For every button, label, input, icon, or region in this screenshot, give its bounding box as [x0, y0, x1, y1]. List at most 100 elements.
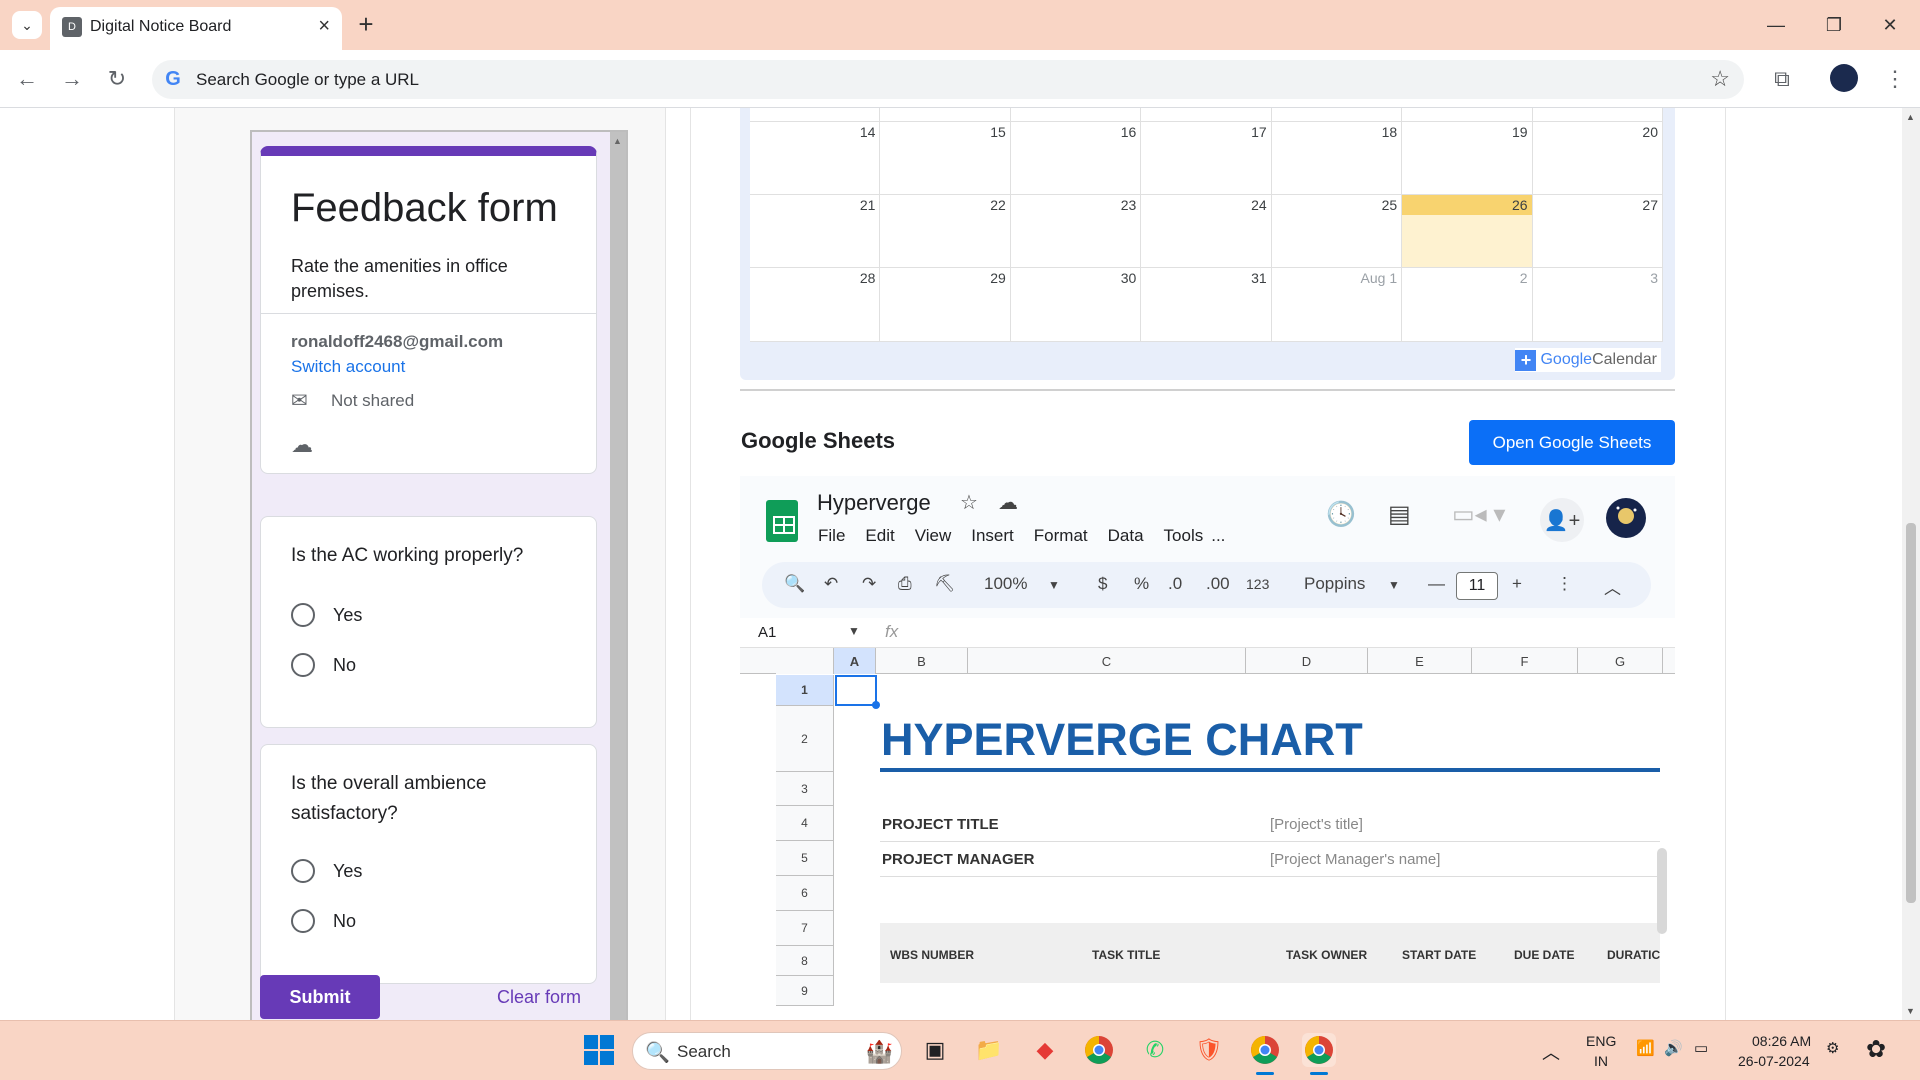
calendar-day[interactable]: 20	[1532, 122, 1663, 195]
video-call-icon[interactable]: ▭◂ ▾	[1452, 500, 1505, 529]
comments-icon[interactable]: ▤	[1388, 500, 1411, 529]
open-google-sheets-button[interactable]: Open Google Sheets	[1469, 420, 1675, 465]
menu-data[interactable]: Data	[1108, 526, 1144, 546]
zoom-select[interactable]: 100%	[984, 574, 1027, 594]
row-header[interactable]: 2	[776, 706, 834, 772]
cloud-status-icon[interactable]: ☁	[998, 490, 1018, 515]
table-header[interactable]: TASK TITLE	[1092, 948, 1160, 962]
task-view-icon[interactable]: ▣	[918, 1033, 952, 1067]
increase-decimal-button[interactable]: .00	[1206, 574, 1230, 594]
new-tab-button[interactable]: +	[350, 9, 382, 40]
menu-insert[interactable]: Insert	[971, 526, 1014, 546]
copilot-icon[interactable]: ✿	[1866, 1035, 1886, 1064]
undo-icon[interactable]: ↶	[824, 574, 838, 594]
calendar-day[interactable]: 24	[1141, 195, 1272, 268]
version-history-icon[interactable]: 🕓	[1326, 500, 1356, 529]
chrome-profile-icon[interactable]	[1248, 1033, 1282, 1075]
calendar-day[interactable]: 17	[1141, 122, 1272, 195]
table-header[interactable]: DURATIC	[1607, 948, 1660, 962]
file-explorer-icon[interactable]: 📁	[972, 1033, 1006, 1067]
focus-settings-icon[interactable]: ⚙	[1826, 1039, 1839, 1057]
row-header[interactable]: 5	[776, 841, 834, 876]
column-header[interactable]: A	[834, 648, 876, 674]
calendar-cell[interactable]	[1141, 108, 1272, 122]
column-header[interactable]: G	[1578, 648, 1663, 674]
calendar-cell[interactable]	[750, 108, 881, 122]
calendar-day[interactable]: 23	[1010, 195, 1142, 268]
project-title-value[interactable]: [Project's title]	[1270, 816, 1363, 833]
name-box[interactable]: A1	[758, 624, 776, 641]
selected-cell-a1[interactable]	[835, 675, 880, 709]
select-all-corner[interactable]	[776, 648, 834, 674]
calendar-day[interactable]: 15	[880, 122, 1011, 195]
menu-view[interactable]: View	[915, 526, 952, 546]
calendar-day[interactable]: 25	[1271, 195, 1403, 268]
currency-format-button[interactable]: $	[1098, 574, 1107, 594]
menu-format[interactable]: Format	[1034, 526, 1088, 546]
calendar-cell[interactable]	[1402, 108, 1533, 122]
back-button[interactable]: ←	[10, 62, 44, 96]
calendar-day[interactable]: 27	[1532, 195, 1663, 268]
radio-yes[interactable]	[291, 859, 315, 883]
calendar-day[interactable]: 30	[1010, 268, 1142, 342]
show-hidden-icons-icon[interactable]: ︿	[1542, 1039, 1560, 1065]
project-manager-value[interactable]: [Project Manager's name]	[1270, 851, 1440, 868]
more-tools-icon[interactable]: ⋮	[1556, 574, 1573, 594]
column-header[interactable]: E	[1368, 648, 1472, 674]
calendar-cell[interactable]	[1010, 108, 1142, 122]
page-scrollbar[interactable]: ▲ ▼	[1902, 108, 1920, 1020]
calendar-day[interactable]: 14	[750, 122, 881, 195]
calendar-cell[interactable]	[880, 108, 1011, 122]
scroll-up-icon[interactable]: ▲	[1906, 112, 1915, 122]
calendar-day-today[interactable]: 26	[1402, 195, 1533, 268]
calendar-day[interactable]: 19	[1402, 122, 1533, 195]
sheets-logo-icon[interactable]	[766, 500, 798, 542]
name-box-dropdown-icon[interactable]: ▼	[848, 624, 860, 638]
chrome-icon[interactable]	[1082, 1033, 1116, 1067]
zoom-dropdown-icon[interactable]: ▼	[1048, 578, 1060, 592]
calendar-cell[interactable]	[1271, 108, 1403, 122]
calendar-day[interactable]: 18	[1271, 122, 1403, 195]
increase-font-size-button[interactable]: +	[1512, 574, 1522, 594]
menu-more[interactable]: ...	[1211, 526, 1225, 546]
more-menu-icon[interactable]: ⋮	[1878, 62, 1912, 96]
restore-button[interactable]: ❐	[1812, 10, 1856, 40]
calendar-day[interactable]: 21	[750, 195, 881, 268]
browser-tab[interactable]: D Digital Notice Board ×	[50, 7, 342, 50]
project-manager-label[interactable]: PROJECT MANAGER	[882, 851, 1035, 868]
user-avatar[interactable]	[1606, 498, 1646, 538]
search-menus-icon[interactable]: 🔍	[784, 574, 805, 594]
calendar-day[interactable]: 29	[880, 268, 1011, 342]
calendar-day[interactable]: Aug 1	[1271, 268, 1403, 342]
star-icon[interactable]: ☆	[960, 490, 978, 515]
row-header[interactable]: 3	[776, 772, 834, 806]
menu-tools[interactable]: Tools	[1164, 526, 1204, 546]
close-window-button[interactable]: ✕	[1868, 10, 1912, 40]
google-calendar-button[interactable]: + Google Calendar	[1515, 348, 1661, 372]
scroll-up-icon[interactable]: ▲	[613, 136, 622, 146]
calendar-day[interactable]: 22	[880, 195, 1011, 268]
tab-close-icon[interactable]: ×	[318, 15, 330, 38]
form-scrollbar[interactable]: ▲	[610, 132, 626, 1020]
scroll-down-icon[interactable]: ▼	[1906, 1006, 1915, 1016]
calendar-day[interactable]: 16	[1010, 122, 1142, 195]
table-header[interactable]: START DATE	[1402, 948, 1476, 962]
row-header[interactable]: 7	[776, 911, 834, 946]
language-bottom[interactable]: IN	[1594, 1053, 1608, 1069]
profile-avatar[interactable]	[1830, 64, 1858, 92]
bookmark-star-icon[interactable]: ☆	[1710, 66, 1730, 92]
row-header[interactable]: 8	[776, 946, 834, 976]
percent-format-button[interactable]: %	[1134, 574, 1149, 594]
column-header[interactable]: C	[968, 648, 1246, 674]
font-family-select[interactable]: Poppins	[1304, 574, 1365, 594]
radio-no[interactable]	[291, 909, 315, 933]
tab-search-button[interactable]: ⌄	[12, 11, 42, 39]
print-icon[interactable]: ⎙	[898, 574, 912, 594]
decrease-decimal-button[interactable]: .0	[1168, 574, 1182, 594]
clear-form-button[interactable]: Clear form	[497, 987, 581, 1008]
start-button[interactable]	[584, 1035, 614, 1065]
clock-time[interactable]: 08:26 AM	[1752, 1033, 1811, 1049]
row-header[interactable]: 9	[776, 976, 834, 1006]
battery-icon[interactable]: ▭	[1694, 1039, 1708, 1057]
paint-format-icon[interactable]: ⛏	[934, 574, 956, 594]
